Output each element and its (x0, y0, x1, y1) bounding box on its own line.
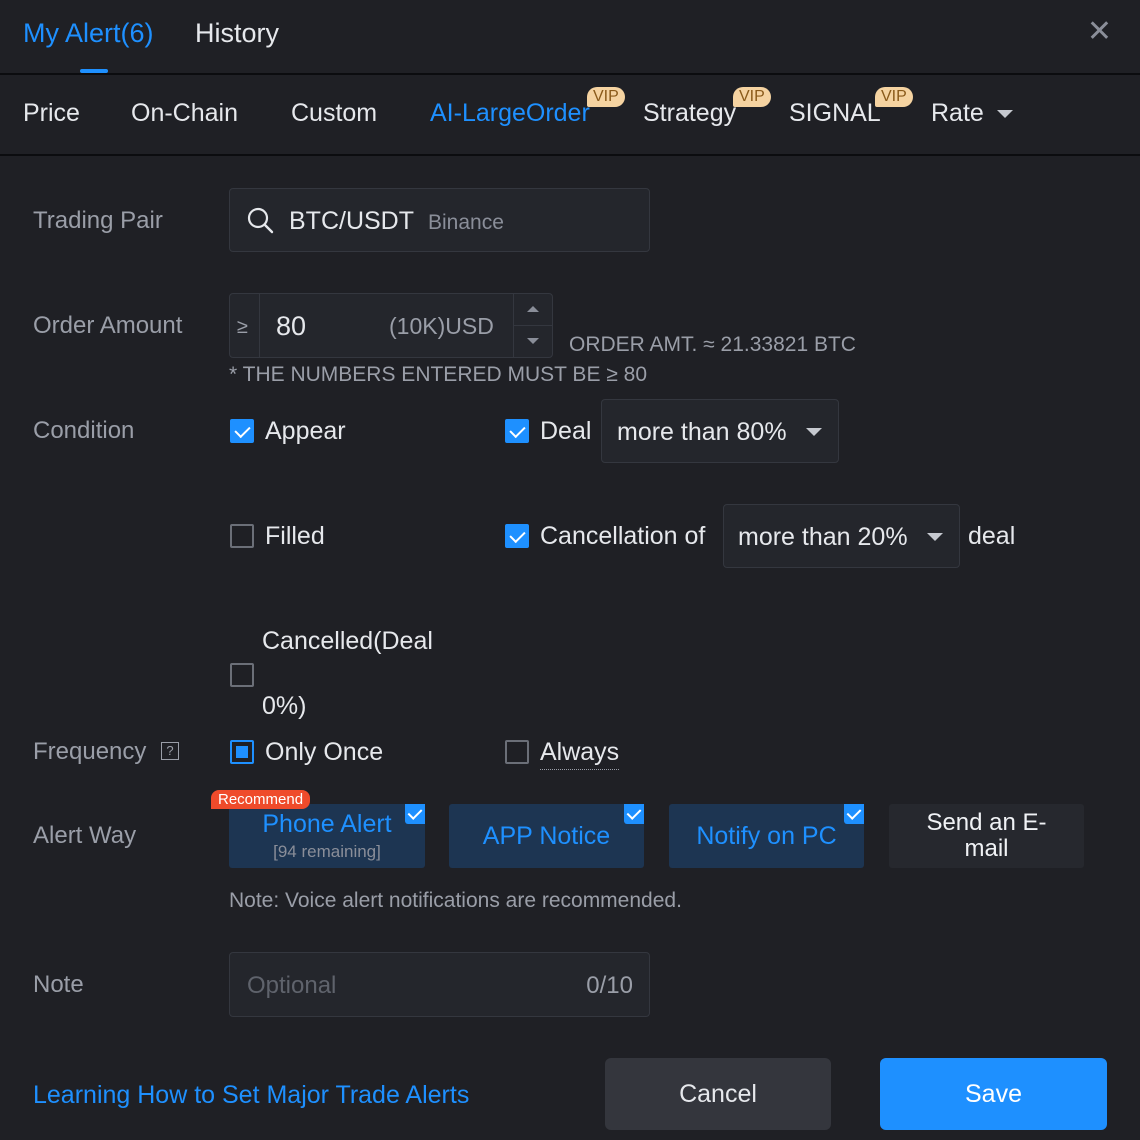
always-option[interactable] (505, 740, 529, 764)
chevron-down-icon (996, 110, 1013, 119)
cancel-percent-value: more than 20% (738, 523, 908, 551)
subtab-custom[interactable]: Custom (291, 99, 377, 128)
gte-prefix: ≥ (237, 316, 248, 338)
chevron-up-icon (527, 306, 539, 312)
subtab-on-chain[interactable]: On-Chain (131, 99, 238, 128)
close-icon[interactable]: ✕ (1087, 14, 1112, 49)
cancel-button[interactable]: Cancel (605, 1058, 831, 1130)
tab-history[interactable]: History (195, 18, 279, 49)
divider (259, 294, 260, 357)
app-notice-label: APP Notice (482, 822, 611, 850)
note-counter: 0/10 (586, 972, 633, 999)
trading-pair-search[interactable]: BTC/USDT Binance (229, 188, 650, 252)
note-placeholder: Optional (247, 972, 337, 999)
note-input[interactable]: Optional 0/10 (229, 952, 650, 1017)
send-email-label-line2: mail (964, 835, 1009, 862)
filled-checkbox[interactable] (230, 524, 254, 548)
deal-checkbox[interactable] (505, 419, 529, 443)
trading-pair-value: BTC/USDT (289, 207, 414, 235)
deal-label: Deal (540, 417, 592, 445)
help-link[interactable]: Learning How to Set Major Trade Alerts (33, 1081, 469, 1110)
cancellation-checkbox[interactable] (505, 524, 529, 548)
chevron-down-icon (927, 533, 943, 541)
cancel-percent-select[interactable]: more than 20% (723, 504, 960, 568)
chevron-down-icon (806, 428, 822, 436)
filled-label: Filled (265, 522, 325, 550)
order-amount-unit: (10K)USD (389, 313, 494, 339)
phone-remaining: [94 remaining] (273, 842, 381, 861)
cancelled-label-line1: Cancelled(Deal (262, 627, 433, 655)
appear-label: Appear (265, 417, 346, 445)
divider (0, 154, 1140, 156)
cancelled-label-line2: 0%) (262, 692, 307, 720)
order-amount-value: 80 (276, 311, 307, 341)
order-amount-input[interactable]: ≥ 80 (10K)USD (229, 293, 553, 358)
subtab-price[interactable]: Price (23, 99, 80, 128)
order-amount-hint: * THE NUMBERS ENTERED MUST BE ≥ 80 (229, 363, 648, 386)
send-email-label-line1: Send an E- (926, 809, 1047, 836)
check-icon (624, 804, 644, 824)
subtab-rate[interactable]: Rate (931, 99, 1013, 128)
notify-pc-button[interactable]: Notify on PC (669, 804, 864, 868)
alert-way-note: Note: Voice alert notifications are reco… (229, 889, 682, 912)
condition-label: Condition (33, 417, 135, 444)
vip-badge: VIP (875, 87, 913, 107)
note-label: Note (33, 971, 84, 998)
subtab-strategy[interactable]: Strategy (643, 99, 736, 128)
save-button[interactable]: Save (880, 1058, 1107, 1130)
subtab-ai-largeorder[interactable]: AI-LargeOrder (430, 99, 590, 128)
only-once-label: Only Once (265, 738, 384, 766)
check-icon (844, 804, 864, 824)
vip-badge: VIP (733, 87, 771, 107)
phone-alert-label: Phone Alert (262, 810, 392, 838)
cancellation-label: Cancellation of (540, 522, 706, 550)
subtab-signal[interactable]: SIGNAL (789, 99, 881, 128)
increment-button[interactable] (514, 294, 552, 325)
vip-badge: VIP (587, 87, 625, 107)
order-amount-label: Order Amount (33, 312, 183, 339)
send-email-button[interactable]: Send an E- mail (889, 804, 1084, 868)
subtab-rate-label: Rate (931, 99, 984, 127)
tab-my-alert[interactable]: My Alert(6) (23, 18, 154, 49)
chevron-down-icon (527, 338, 539, 344)
alert-way-label: Alert Way (33, 822, 137, 849)
check-icon (405, 804, 425, 824)
search-icon (247, 207, 274, 234)
divider (0, 73, 1140, 75)
decrement-button[interactable] (514, 326, 552, 357)
app-notice-button[interactable]: APP Notice (449, 804, 644, 868)
deal-percent-select[interactable]: more than 80% (601, 399, 839, 463)
deal-percent-value: more than 80% (617, 418, 787, 446)
trading-pair-label: Trading Pair (33, 207, 163, 234)
exchange-name: Binance (428, 211, 504, 234)
help-icon[interactable]: ? (161, 742, 179, 760)
frequency-label: Frequency (33, 738, 147, 765)
phone-alert-button[interactable]: Phone Alert [94 remaining] (229, 804, 425, 868)
cancellation-suffix: deal (968, 522, 1016, 550)
always-label: Always (540, 738, 620, 770)
order-amount-converted: ORDER AMT. ≈ 21.33821 BTC (569, 333, 856, 356)
only-once-option[interactable] (230, 740, 254, 764)
cancelled-checkbox[interactable] (230, 663, 254, 687)
appear-checkbox[interactable] (230, 419, 254, 443)
recommend-badge: Recommend (211, 790, 311, 809)
notify-pc-label: Notify on PC (696, 822, 837, 850)
